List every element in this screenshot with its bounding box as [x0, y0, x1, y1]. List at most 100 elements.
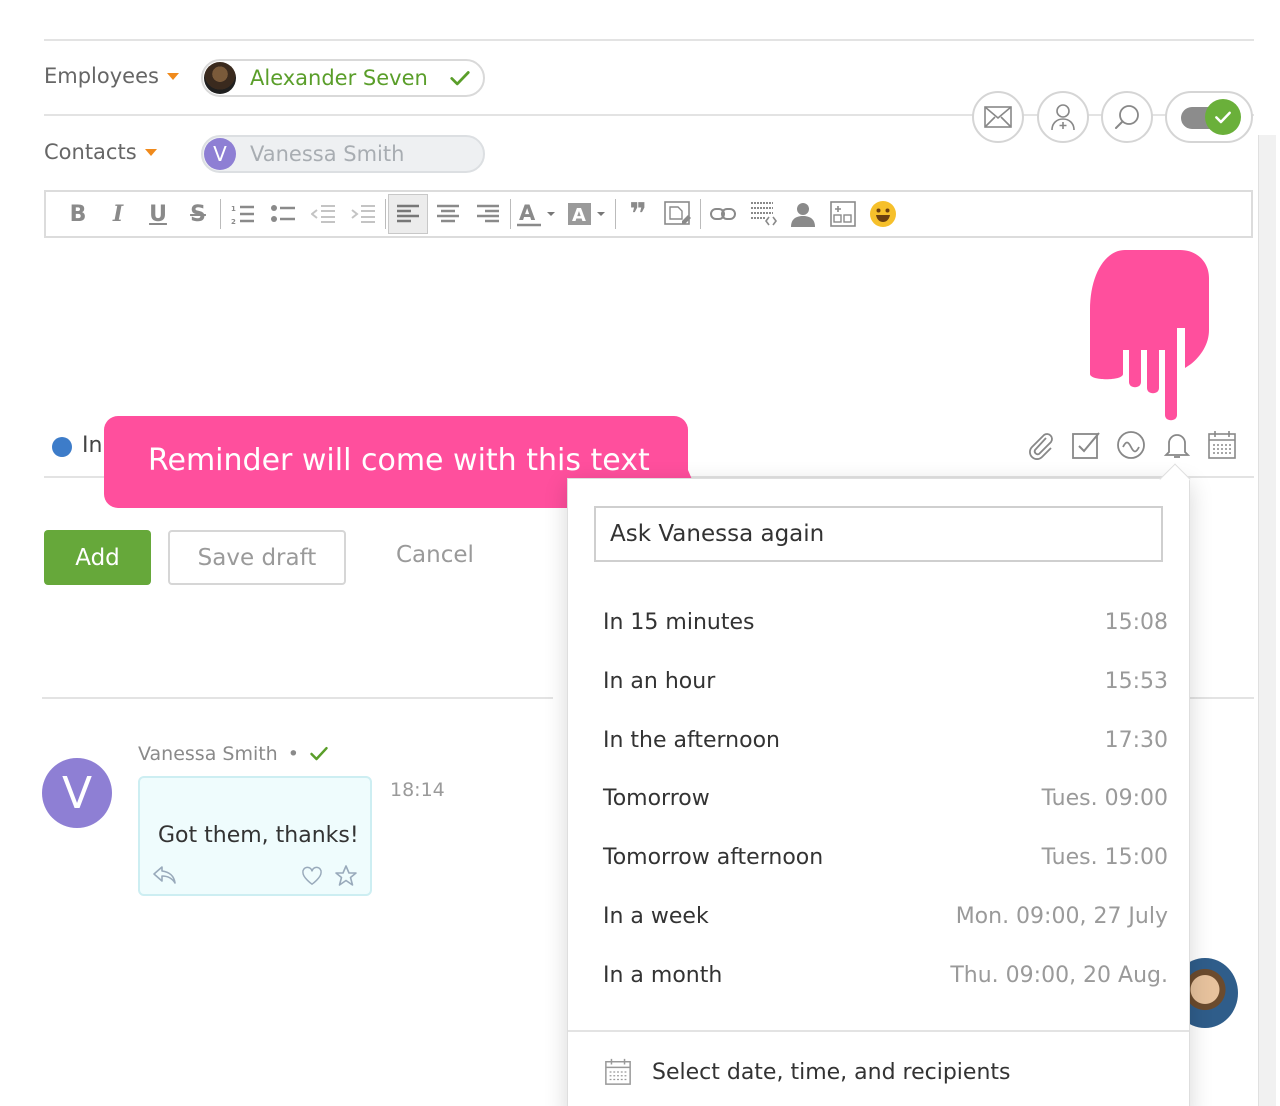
insert-image-icon[interactable]: [658, 194, 698, 234]
status-toggle[interactable]: [1165, 91, 1253, 143]
contacts-caret-icon: [144, 148, 157, 156]
numbered-list-icon-svg: 12: [231, 205, 254, 225]
check-icon: [1215, 111, 1231, 124]
option-time: Tues. 09:00: [1041, 785, 1168, 811]
reminder-option[interactable]: Tomorrow afternoon Tues. 15:00: [603, 838, 1168, 876]
align-left-icon-svg: [397, 204, 419, 223]
bold-icon[interactable]: B: [58, 194, 98, 234]
reminder-text-input[interactable]: Ask Vanessa again: [594, 506, 1163, 562]
text-color-icon[interactable]: A: [513, 194, 563, 234]
option-label: In the afternoon: [603, 727, 780, 753]
option-time: Tues. 15:00: [1041, 844, 1168, 870]
pointing-hand-icon: [1090, 250, 1209, 421]
message-time: 18:14: [390, 779, 445, 801]
add-button[interactable]: Add: [44, 530, 151, 585]
quote-icon[interactable]: ❞: [618, 194, 658, 234]
employees-label[interactable]: Employees: [44, 64, 179, 88]
reply-icon[interactable]: [152, 864, 178, 886]
emoji-icon[interactable]: [863, 194, 903, 234]
checkbox-icon: [1072, 432, 1100, 459]
option-label: In a week: [603, 903, 709, 929]
message-avatar[interactable]: V: [42, 758, 112, 828]
source-code-icon[interactable]: [743, 194, 783, 234]
option-time: 15:08: [1104, 609, 1168, 635]
message-text: Got them, thanks!: [158, 823, 359, 848]
reminder-option[interactable]: In the afternoon 17:30: [603, 721, 1168, 759]
cancel-button[interactable]: Cancel: [396, 542, 474, 568]
outdent-icon-svg: [311, 205, 335, 223]
reminder-button[interactable]: [1160, 428, 1194, 462]
numbered-list-icon[interactable]: 12: [223, 194, 263, 234]
add-user-icon: [1051, 104, 1075, 131]
select-custom-date-button[interactable]: Select date, time, and recipients: [604, 1058, 1010, 1086]
align-left-icon[interactable]: [388, 194, 428, 234]
svg-text:1: 1: [231, 205, 236, 213]
align-center-icon-svg: [437, 204, 459, 223]
reminder-option[interactable]: Tomorrow Tues. 09:00: [603, 779, 1168, 817]
link-icon[interactable]: [703, 194, 743, 234]
reminder-option[interactable]: In a week Mon. 09:00, 27 July: [603, 897, 1168, 935]
align-center-icon[interactable]: [428, 194, 468, 234]
toolbar-separator: [510, 199, 511, 229]
bell-icon: [1163, 434, 1191, 458]
text-color-icon-svg: A: [517, 201, 555, 227]
popup-separator: [568, 1030, 1189, 1032]
add-contact-button[interactable]: [1037, 91, 1089, 143]
save-draft-button[interactable]: Save draft: [168, 530, 346, 585]
reminder-option[interactable]: In an hour 15:53: [603, 662, 1168, 700]
align-right-icon-svg: [477, 204, 499, 223]
signature-button[interactable]: [1114, 428, 1148, 462]
top-divider: [44, 39, 1254, 41]
svg-text:A: A: [572, 205, 586, 226]
employees-caret-icon: [166, 72, 179, 80]
signature-icon: [1117, 431, 1145, 459]
bullet-list-icon[interactable]: [263, 194, 303, 234]
attach-button[interactable]: [1023, 428, 1057, 462]
employee-avatar: [204, 62, 236, 94]
insert-image-icon-svg: [664, 201, 691, 225]
status-dot: [52, 437, 72, 457]
contact-chip[interactable]: V Vanessa Smith: [201, 135, 485, 173]
employee-chip[interactable]: Alexander Seven: [201, 59, 485, 97]
message-author-bullet: •: [287, 743, 299, 765]
svg-text:2: 2: [231, 218, 236, 225]
insert-table-icon-svg: [830, 201, 856, 227]
message-author: Vanessa Smith •: [138, 743, 329, 765]
bullet-list-icon-svg: [271, 205, 295, 222]
toolbar-separator: [700, 199, 701, 229]
heart-icon[interactable]: [301, 866, 323, 886]
toolbar-separator: [220, 199, 221, 229]
calendar-icon: [605, 1058, 631, 1085]
callout-text: Reminder will come with this text: [148, 443, 650, 478]
mention-user-icon[interactable]: [783, 194, 823, 234]
underline-icon[interactable]: U: [138, 194, 178, 234]
star-icon[interactable]: [334, 864, 358, 888]
outdent-icon[interactable]: [303, 194, 343, 234]
reminder-option[interactable]: In a month Thu. 09:00, 20 Aug.: [603, 956, 1168, 994]
mention-user-icon-svg: [791, 203, 815, 227]
scrollbar[interactable]: [1258, 135, 1276, 1106]
in-label: In: [82, 433, 103, 458]
italic-icon[interactable]: I: [98, 194, 138, 234]
email-button[interactable]: [972, 91, 1024, 143]
reminder-option[interactable]: In 15 minutes 15:08: [603, 603, 1168, 641]
strikethrough-icon[interactable]: S: [178, 194, 218, 234]
contacts-label[interactable]: Contacts: [44, 140, 157, 164]
task-button[interactable]: [1069, 428, 1103, 462]
align-right-icon[interactable]: [468, 194, 508, 234]
insert-table-icon[interactable]: [823, 194, 863, 234]
toolbar-separator: [615, 199, 616, 229]
option-time: Thu. 09:00, 20 Aug.: [950, 962, 1168, 988]
calendar-button[interactable]: [1205, 428, 1239, 462]
check-icon: [450, 71, 470, 86]
background-color-icon-svg: A: [568, 203, 605, 226]
option-time: 17:30: [1104, 727, 1168, 753]
search-button[interactable]: [1101, 91, 1153, 143]
emoji-icon-svg: [870, 201, 896, 227]
background-color-icon[interactable]: A: [563, 194, 613, 234]
option-time: 15:53: [1104, 668, 1168, 694]
indent-icon[interactable]: [343, 194, 383, 234]
select-custom-date-label: Select date, time, and recipients: [652, 1059, 1011, 1085]
indent-icon-svg: [351, 205, 375, 223]
option-label: In an hour: [603, 668, 716, 694]
